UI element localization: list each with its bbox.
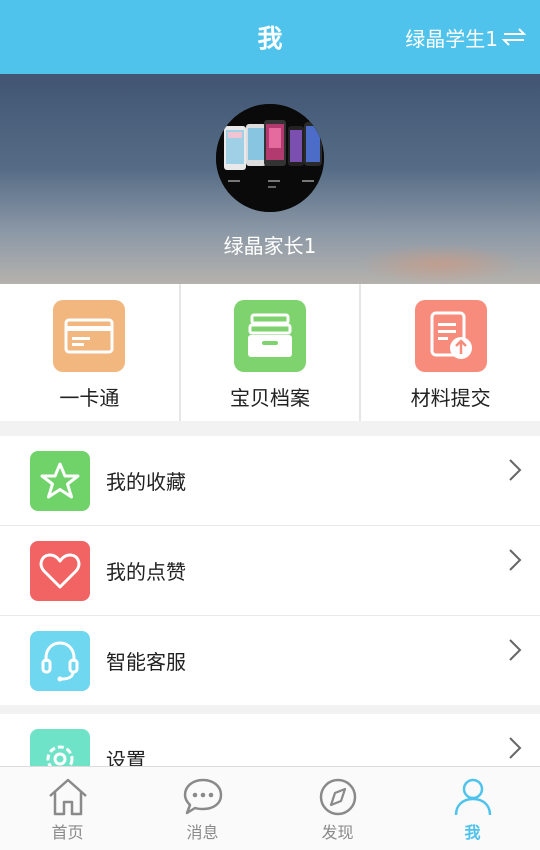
menu-item-likes[interactable]: 我的点赞 <box>0 526 540 616</box>
switch-student-button[interactable]: 绿晶学生1 <box>405 0 526 74</box>
switch-arrows-icon <box>502 28 526 46</box>
compass-icon <box>319 778 356 816</box>
tab-home[interactable]: 首页 <box>0 767 135 850</box>
chat-bubble-icon <box>183 778 222 815</box>
quick-label: 宝贝档案 <box>230 386 310 410</box>
profile-banner: 绿晶家长1 <box>0 74 540 284</box>
tab-discover[interactable]: 发现 <box>270 767 405 850</box>
quick-actions: 一卡通 宝贝档案 材料提交 <box>0 284 540 421</box>
quick-label: 材料提交 <box>410 386 491 410</box>
card-icon <box>53 300 126 372</box>
tab-label: 发现 <box>321 823 354 842</box>
tab-label: 消息 <box>186 823 219 842</box>
headset-icon <box>30 630 90 691</box>
chevron-right-icon <box>509 639 522 661</box>
star-icon <box>30 450 90 511</box>
archive-box-icon <box>234 300 306 372</box>
bottom-tab-bar: 首页 消息 发现 我 <box>0 766 540 850</box>
page-title: 我 <box>257 24 283 53</box>
document-upload-icon <box>414 300 487 372</box>
quick-label: 一卡通 <box>59 386 120 410</box>
student-name: 绿晶学生1 <box>405 26 498 51</box>
chevron-right-icon <box>509 459 522 481</box>
heart-icon <box>30 540 90 601</box>
chevron-right-icon <box>509 737 522 759</box>
top-bar: 我 绿晶学生1 <box>0 0 540 74</box>
menu-item-favorites[interactable]: 我的收藏 <box>0 436 540 526</box>
menu-list: 我的收藏 我的点赞 智能客服 <box>0 436 540 705</box>
tab-label: 首页 <box>51 823 84 842</box>
menu-item-label: 我的点赞 <box>106 560 186 584</box>
quick-item-archive[interactable]: 宝贝档案 <box>180 284 360 421</box>
menu-item-label: 智能客服 <box>106 650 186 674</box>
avatar-image <box>216 104 324 212</box>
quick-item-submit[interactable]: 材料提交 <box>361 284 540 421</box>
menu-item-label: 我的收藏 <box>106 470 186 494</box>
tab-me[interactable]: 我 <box>405 767 540 850</box>
menu-item-customer-service[interactable]: 智能客服 <box>0 616 540 705</box>
person-icon <box>454 778 491 816</box>
chevron-right-icon <box>509 549 522 571</box>
profile-name: 绿晶家长1 <box>223 234 317 258</box>
avatar[interactable] <box>216 104 324 212</box>
tab-messages[interactable]: 消息 <box>135 767 270 850</box>
quick-item-card[interactable]: 一卡通 <box>0 284 179 421</box>
home-icon <box>48 778 87 816</box>
tab-label: 我 <box>464 823 481 842</box>
